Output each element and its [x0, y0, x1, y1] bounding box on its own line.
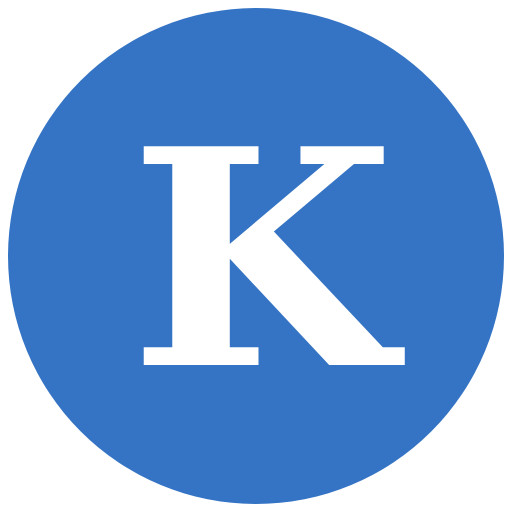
logo-letter: K: [129, 83, 395, 436]
logo-circle: K: [8, 8, 504, 504]
